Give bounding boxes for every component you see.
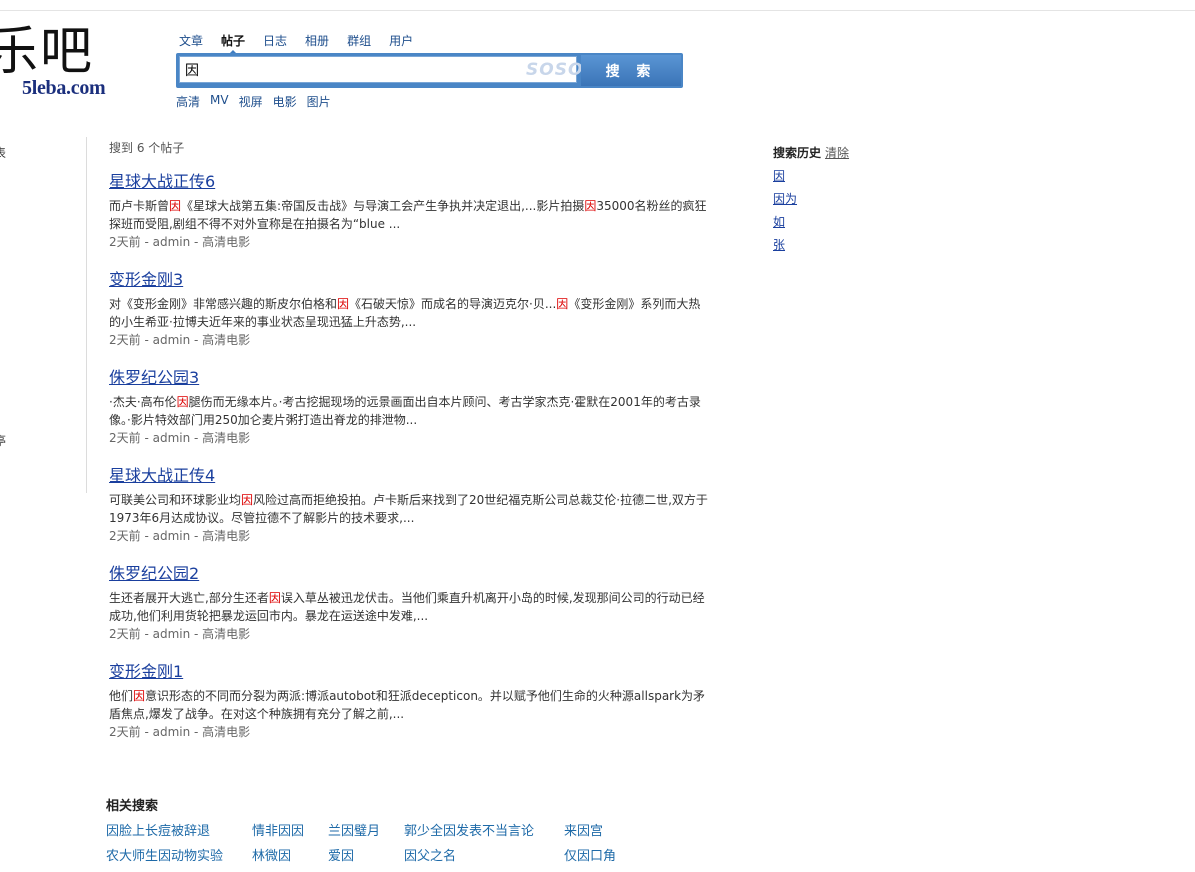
result-meta: 2天前 - admin - 高清电影 — [109, 529, 251, 543]
tab-albums[interactable]: 相册 — [305, 32, 329, 49]
highlight-term: 因 — [241, 493, 254, 507]
result-title-link[interactable]: 星球大战正传6 — [109, 172, 709, 192]
related-search-link[interactable]: 农大师生因动物实验 — [106, 845, 223, 864]
results-list: 星球大战正传6 而卢卡斯曾因《星球大战第五集:帝国反击战》与导演工会产生争执并决… — [109, 172, 709, 760]
tab-posts[interactable]: 帖子 — [221, 32, 245, 55]
related-search-link[interactable]: 因脸上长痘被辞退 — [106, 820, 210, 839]
highlight-term: 因 — [556, 297, 569, 311]
result-meta: 2天前 - admin - 高清电影 — [109, 627, 251, 641]
result-title-link[interactable]: 变形金刚1 — [109, 662, 709, 682]
search-history-header: 搜索历史 清除 — [773, 144, 849, 161]
highlight-term: 因 — [176, 395, 189, 409]
search-input[interactable] — [179, 56, 577, 83]
sub-category-links: 高清 MV 视屏 电影 图片 — [176, 93, 341, 110]
result-item: 星球大战正传4 可联美公司和环球影业均因风险过高而拒绝投拍。卢卡斯后来找到了20… — [109, 466, 709, 564]
result-snippet: 他们因意识形态的不同而分裂为两派:博派autobot和狂派decepticon。… — [109, 689, 706, 721]
search-history-title: 搜索历史 — [773, 146, 822, 160]
site-logo[interactable]: 乐吧 — [0, 22, 94, 82]
tab-blogs[interactable]: 日志 — [263, 32, 287, 49]
tab-articles[interactable]: 文章 — [179, 32, 203, 49]
highlight-term: 因 — [169, 199, 182, 213]
result-snippet: 对《变形金刚》非常感兴趣的斯皮尔伯格和因《石破天惊》而成名的导演迈克尔·贝...… — [109, 297, 701, 329]
history-item[interactable]: 因为 — [773, 191, 849, 207]
left-sidebar-fragment[interactable]: 表 — [0, 144, 6, 161]
history-item[interactable]: 因 — [773, 168, 849, 184]
top-divider — [0, 10, 1195, 11]
search-button[interactable]: 搜 索 — [581, 55, 681, 86]
result-meta: 2天前 - admin - 高清电影 — [109, 431, 251, 445]
result-snippet: 而卢卡斯曾因《星球大战第五集:帝国反击战》与导演工会产生争执并决定退出,...影… — [109, 199, 707, 231]
result-snippet: 可联美公司和环球影业均因风险过高而拒绝投拍。卢卡斯后来找到了20世纪福克斯公司总… — [109, 493, 708, 525]
search-bar: SOSO 搜 索 — [176, 53, 683, 88]
results-count: 搜到 6 个帖子 — [109, 141, 185, 155]
highlight-term: 因 — [133, 689, 146, 703]
result-title-link[interactable]: 星球大战正传4 — [109, 466, 709, 486]
result-snippet: ·杰夫·高布伦因腿伤而无缘本片。·考古挖掘现场的远景画面出自本片顾问、考古学家杰… — [109, 395, 701, 427]
history-item[interactable]: 如 — [773, 214, 849, 230]
related-search-link[interactable]: 兰因璧月 — [328, 820, 380, 839]
result-meta: 2天前 - admin - 高清电影 — [109, 725, 251, 739]
related-search-link[interactable]: 爱因 — [328, 845, 354, 864]
result-item: 侏罗纪公园2 生还者展开大逃亡,部分生还者因误入草丛被迅龙伏击。当他们乘直升机离… — [109, 564, 709, 662]
subtab-video[interactable]: 视屏 — [239, 93, 263, 110]
clear-history-link[interactable]: 清除 — [825, 146, 849, 160]
related-searches-title: 相关搜索 — [106, 799, 159, 814]
soso-watermark-logo: SOSO — [526, 60, 584, 80]
tab-groups[interactable]: 群组 — [347, 32, 371, 49]
related-search-link[interactable]: 仅因口角 — [564, 845, 616, 864]
related-search-link[interactable]: 郭少全因发表不当言论 — [404, 820, 534, 839]
result-snippet: 生还者展开大逃亡,部分生还者因误入草丛被迅龙伏击。当他们乘直升机离开小岛的时候,… — [109, 591, 705, 623]
highlight-term: 因 — [268, 591, 281, 605]
result-meta: 2天前 - admin - 高清电影 — [109, 333, 251, 347]
related-search-link[interactable]: 因父之名 — [404, 845, 456, 864]
related-search-link[interactable]: 来因宫 — [564, 820, 603, 839]
highlight-term: 因 — [337, 297, 350, 311]
result-meta: 2天前 - admin - 高清电影 — [109, 235, 251, 249]
left-sidebar-fragment[interactable]: 亭 — [0, 432, 6, 449]
tab-users[interactable]: 用户 — [389, 32, 413, 49]
result-title-link[interactable]: 侏罗纪公园2 — [109, 564, 709, 584]
result-item: 变形金刚1 他们因意识形态的不同而分裂为两派:博派autobot和狂派decep… — [109, 662, 709, 760]
result-item: 侏罗纪公园3 ·杰夫·高布伦因腿伤而无缘本片。·考古挖掘现场的远景画面出自本片顾… — [109, 368, 709, 466]
related-search-link[interactable]: 情非因因 — [252, 820, 304, 839]
result-title-link[interactable]: 变形金刚3 — [109, 270, 709, 290]
site-logo-domain[interactable]: 5leba.com — [22, 77, 106, 100]
highlight-term: 因 — [584, 199, 597, 213]
related-search-link[interactable]: 林微因 — [252, 845, 291, 864]
subtab-mv[interactable]: MV — [210, 93, 229, 110]
result-item: 星球大战正传6 而卢卡斯曾因《星球大战第五集:帝国反击战》与导演工会产生争执并决… — [109, 172, 709, 270]
sidebar-divider — [86, 137, 87, 493]
search-history: 搜索历史 清除 因 因为 如 张 — [773, 144, 849, 253]
result-item: 变形金刚3 对《变形金刚》非常感兴趣的斯皮尔伯格和因《石破天惊》而成名的导演迈克… — [109, 270, 709, 368]
result-title-link[interactable]: 侏罗纪公园3 — [109, 368, 709, 388]
subtab-hd[interactable]: 高清 — [176, 93, 200, 110]
subtab-images[interactable]: 图片 — [307, 93, 331, 110]
subtab-movies[interactable]: 电影 — [273, 93, 297, 110]
category-tabs: 文章 帖子 日志 相册 群组 用户 — [179, 32, 431, 55]
history-item[interactable]: 张 — [773, 237, 849, 253]
